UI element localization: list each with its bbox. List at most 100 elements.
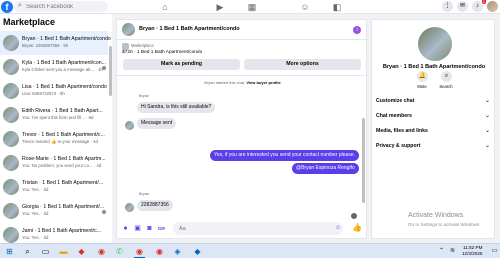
avatar (3, 227, 19, 243)
chat-members-section[interactable]: Chat members ⌄ (376, 111, 492, 121)
profile-avatar[interactable] (487, 1, 498, 12)
conversation-name: Kyla · 1 Bed 1 Bath Apartment/con... (22, 60, 106, 66)
home-icon[interactable]: ⌂ (159, 1, 171, 13)
sticker-icon[interactable]: ◙ (145, 224, 154, 233)
file-explorer-icon[interactable]: ▬ (58, 246, 69, 257)
customize-chat-section[interactable]: Customize chat ⌄ (376, 96, 492, 106)
more-options-button[interactable]: More options (244, 59, 361, 70)
clock-date: 12/3/2025 (462, 251, 483, 256)
voice-clip-icon[interactable]: ● (121, 224, 130, 233)
chat-title[interactable]: Bryan · 1 Bed 1 Bath Apartment/condo (139, 26, 240, 32)
section-label: Media, files and links (376, 128, 428, 134)
sidebar-scrollbar[interactable] (109, 46, 112, 96)
search-icon[interactable]: ⌕ (441, 71, 452, 82)
conversation-name: Rose-Marie · 1 Bed 1 Bath Apartm... (22, 156, 106, 162)
media-files-links-section[interactable]: Media, files and links ⌄ (376, 126, 492, 136)
avatar[interactable] (122, 23, 135, 36)
info-icon[interactable]: i (353, 26, 361, 34)
app-icon[interactable]: ◆ (192, 246, 203, 257)
chevron-down-icon: ⌄ (484, 113, 490, 119)
thumbs-up-icon[interactable]: 👍 (352, 223, 362, 232)
conversation-preview: Trevor reacted 👍 to your message · 4d (22, 139, 98, 144)
conversation-preview: You: No problem, you send your co... · 4… (22, 163, 102, 168)
video-icon[interactable]: ▶ (214, 1, 226, 13)
conversation-item[interactable]: Rose-Marie · 1 Bed 1 Bath Apartm... You:… (0, 151, 108, 175)
network-icon[interactable]: ≋ (447, 246, 458, 257)
conversation-info-panel: Bryan · 1 Bed 1 Bath Apartment/condo 🔔 M… (371, 19, 495, 239)
chrome-icon[interactable]: ◉ (154, 246, 165, 257)
conversation-preview: You: Yes. · 5d (22, 235, 49, 240)
chrome-icon[interactable]: ◉ (134, 246, 145, 257)
marketplace-sidebar: Marketplace Bryan · 1 Bed 1 Bath Apartme… (0, 14, 112, 243)
conversation-name: Lisa · 1 Bed 1 Bath Apartment/condo (22, 84, 107, 90)
outgoing-message: @Bryan Espinoza Rengifo (292, 163, 359, 174)
conversation-item[interactable]: Bryan · 1 Bed 1 Bath Apartment/condo Bry… (0, 31, 111, 55)
search-icon[interactable]: ⌕ (22, 246, 33, 257)
conversation-item[interactable]: Trevor · 1 Bed 1 Bath Apartment/c... Tre… (0, 127, 108, 151)
conversation-name: Bryan · 1 Bed 1 Bath Apartment/condo (22, 36, 111, 42)
avatar (3, 155, 19, 171)
chevron-up-icon[interactable]: ⌃ (436, 246, 447, 257)
avatar (3, 59, 19, 75)
conversation-name: Jami · 1 Bed 1 Bath Apartment/c... (22, 228, 102, 234)
outgoing-message: Yes, if you are interested you send your… (210, 150, 360, 161)
whatsapp-icon[interactable]: ✆ (114, 246, 125, 257)
conversation-item[interactable]: Kyla · 1 Bed 1 Bath Apartment/con... Kyl… (0, 55, 108, 79)
menu-icon[interactable]: ⋮ (442, 1, 453, 12)
chrome-icon[interactable]: ◉ (96, 246, 107, 257)
avatar (3, 35, 19, 51)
conversation-item[interactable]: Tristan · 1 Bed 1 Bath Apartment/... You… (0, 175, 108, 199)
avatar[interactable] (125, 203, 134, 212)
mark-as-pending-button[interactable]: Mark as pending (123, 59, 240, 70)
listing-banner: Marketplace $720 · 1 Bed 1 Bath Apartmen… (117, 40, 368, 76)
windows-start-icon[interactable]: ⊞ (4, 246, 15, 257)
mute-icon[interactable]: 🔔 (417, 71, 428, 82)
avatar (3, 83, 19, 99)
facebook-logo[interactable]: f (1, 1, 13, 13)
system-clock[interactable]: 11:52 PM 12/3/2025 (462, 245, 482, 257)
message-input[interactable] (173, 222, 343, 235)
gaming-icon[interactable]: ◧ (331, 1, 343, 13)
search-box[interactable]: ⌕ (14, 1, 108, 12)
system-text: Bryan started this chat. (204, 80, 246, 85)
message-composer: ● ▣ ◙ GIF ☺ 👍 (117, 218, 368, 240)
emoji-icon[interactable]: ☺ (335, 225, 341, 231)
conversation-item[interactable]: Giorgia · 1 Bed 1 Bath Apartment/... You… (0, 199, 108, 223)
incoming-message: 2282887356 (137, 200, 173, 211)
groups-icon[interactable]: ☺ (299, 1, 311, 13)
conversation-preview: Kyla Clisher sent you a message ab... · … (22, 67, 103, 72)
photo-icon[interactable]: ▣ (133, 224, 142, 233)
notifications-icon[interactable]: ♪ 1 (472, 0, 486, 12)
avatar (3, 203, 19, 219)
listing-info[interactable]: $720 · 1 Bed 1 Bath Apartment/condo (122, 50, 202, 55)
view-buyer-profile-link[interactable]: View buyer profile (246, 80, 280, 85)
avatar (3, 107, 19, 123)
conversation-preview: You: Yes. · 5d (22, 211, 49, 216)
gif-icon[interactable]: GIF (157, 224, 166, 233)
listing-thumbnail[interactable] (122, 43, 129, 50)
search-input[interactable] (26, 2, 104, 11)
app-icon[interactable]: ◈ (172, 246, 183, 257)
app-icon[interactable]: ◆ (76, 246, 87, 257)
conversation-item[interactable]: Edith Rivera · 1 Bed 1 Bath Apart... You… (0, 103, 108, 127)
chevron-down-icon: ⌄ (484, 98, 490, 104)
activate-windows-subtitle: Go to Settings to activate Windows. (408, 222, 481, 227)
section-label: Customize chat (376, 98, 415, 104)
marketplace-icon[interactable]: ▦ (246, 1, 258, 13)
mute-label: Mute (417, 84, 427, 89)
conversation-preview: You: I've spent this form and fill... · … (22, 115, 94, 120)
sender-name: Bryan (139, 94, 149, 98)
bell-icon: ♪ (476, 3, 479, 9)
search-icon: ⌕ (18, 2, 22, 9)
chat-panel: Bryan · 1 Bed 1 Bath Apartment/condo i M… (116, 19, 368, 240)
section-label: Chat members (376, 113, 413, 119)
privacy-support-section[interactable]: Privacy & support ⌄ (376, 141, 492, 151)
conversation-preview: You: Yes. · 5d (22, 187, 49, 192)
chat-scrollbar[interactable] (362, 118, 365, 203)
notification-center-icon[interactable]: ▭ (489, 246, 500, 257)
messenger-icon[interactable]: ✉ (457, 1, 468, 12)
conversation-item[interactable]: Lisa · 1 Bed 1 Bath Apartment/condo Lisa… (0, 79, 108, 103)
task-view-icon[interactable]: ▭ (40, 246, 51, 257)
avatar[interactable] (125, 121, 134, 130)
avatar[interactable] (418, 27, 452, 61)
